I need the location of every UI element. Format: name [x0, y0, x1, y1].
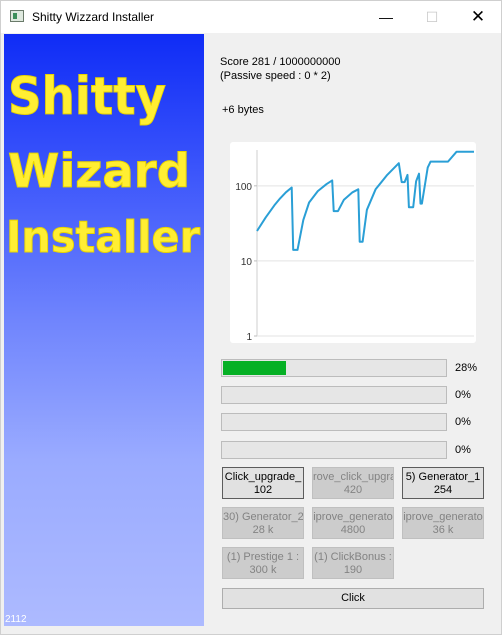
generator-2-button[interactable]: 30) Generator_2 28 k [222, 507, 304, 539]
progress-bar [221, 359, 447, 377]
progress-row: 0% [221, 413, 481, 435]
chart-tick-label: 1 [246, 332, 252, 343]
click-upgrade-button[interactable]: Click_upgrade_ 102 [222, 467, 304, 499]
logo-line-1: Shitty [8, 67, 166, 127]
progress-row: 28% [221, 359, 481, 381]
button-cost: 4800 [340, 524, 366, 536]
button-cost: 190 [343, 564, 363, 576]
score-text: Score 281 / 1000000000 [220, 56, 341, 68]
button-title: 30) Generator_2 [223, 511, 304, 523]
button-title: iprove_generato [313, 511, 393, 523]
button-cost: 102 [253, 484, 273, 496]
progress-row: 0% [221, 386, 481, 408]
progress-row: 0% [221, 441, 481, 463]
banner-counter: 2112 [5, 614, 27, 625]
app-icon [10, 10, 24, 22]
button-title: Click_upgrade_ [224, 471, 302, 483]
title-bar[interactable]: Shitty Wizzard Installer — ☐ ✕ [1, 1, 501, 33]
chart-tick-label: 10 [241, 257, 253, 268]
installer-window: Shitty Wizzard Installer — ☐ ✕ Shitty Wi… [0, 0, 502, 635]
progress-percent: 28% [455, 362, 478, 374]
wizard-logo: Shitty Wizard Installer [6, 67, 201, 264]
button-title: 5) Generator_1 [405, 471, 481, 483]
progress-bar [221, 441, 447, 459]
progress-percent: 0% [455, 444, 471, 456]
passive-speed-text: (Passive speed : 0 * 2) [220, 70, 331, 82]
button-cost: 254 [433, 484, 453, 496]
button-title: rove_click_upgra [313, 471, 394, 483]
minimize-button[interactable]: — [363, 1, 409, 33]
maximize-button[interactable]: ☐ [409, 1, 455, 33]
button-cost: 36 k [432, 524, 454, 536]
button-title: (1) ClickBonus : [314, 551, 392, 563]
progress-percent: 0% [455, 416, 471, 428]
progress-percent: 0% [455, 389, 471, 401]
button-cost: 28 k [252, 524, 274, 536]
button-title: (1) Prestige 1 : [226, 551, 300, 563]
chart-series-line [256, 150, 474, 251]
button-title: iprove_generato [403, 511, 483, 523]
click-button[interactable]: Click [222, 588, 484, 609]
logo-line-3: Installer [6, 212, 200, 263]
wizard-banner: Shitty Wizard Installer 2112 [4, 34, 204, 626]
chart-tick-label: 100 [235, 182, 252, 193]
progress-fill [223, 361, 286, 375]
progress-bar [221, 386, 447, 404]
score-chart-svg: 100 10 1 [235, 150, 474, 343]
progress-bar [221, 413, 447, 431]
button-cost: 420 [343, 484, 363, 496]
window-title: Shitty Wizzard Installer [32, 10, 155, 24]
generator-1-button[interactable]: 5) Generator_1 254 [402, 467, 484, 499]
close-button[interactable]: ✕ [455, 1, 501, 33]
click-bonus-button[interactable]: (1) ClickBonus :190 [312, 547, 394, 579]
button-cost: 300 k [249, 564, 277, 576]
score-chart: 100 10 1 [230, 142, 476, 343]
gain-text: +6 bytes [222, 104, 264, 116]
prestige-button[interactable]: (1) Prestige 1 :300 k [222, 547, 304, 579]
improve-click-upgrade-button[interactable]: rove_click_upgra 420 [312, 467, 394, 499]
improve-generator-2-button[interactable]: iprove_generato 36 k [402, 507, 484, 539]
logo-line-2: Wizard [8, 144, 190, 198]
improve-generator-button[interactable]: iprove_generato 4800 [312, 507, 394, 539]
